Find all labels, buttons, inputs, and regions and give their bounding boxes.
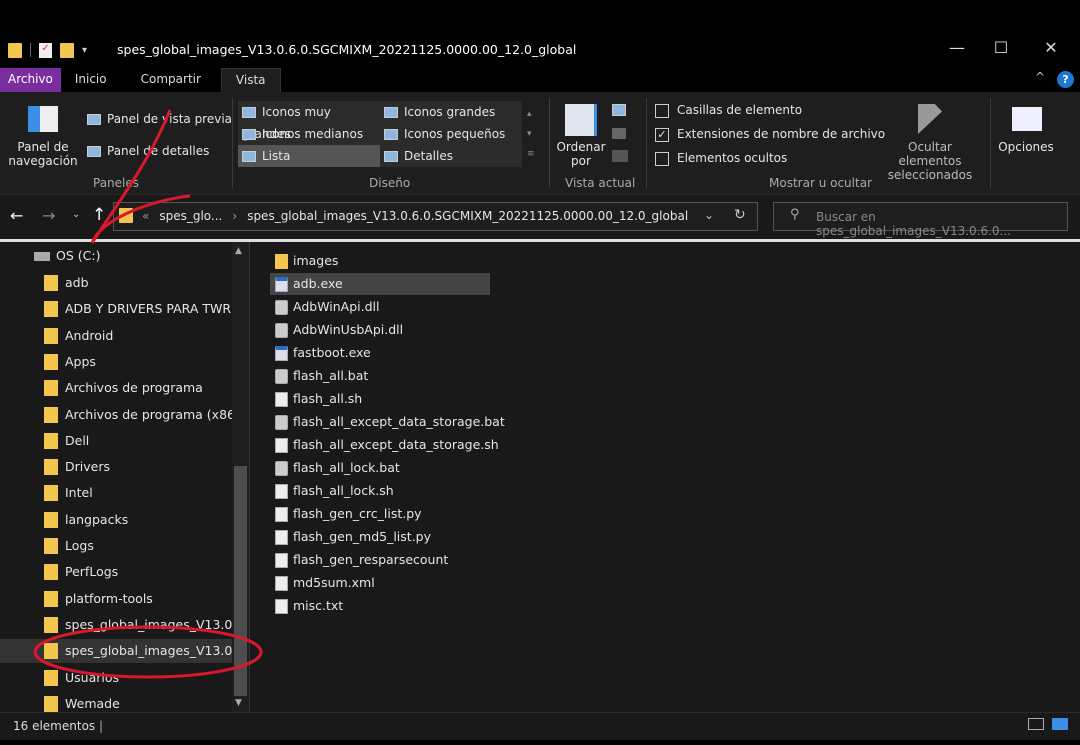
annotation-arrow: [90, 109, 191, 244]
annotation-circle: [33, 625, 263, 679]
red-annotation-overlay: [33, 109, 263, 679]
